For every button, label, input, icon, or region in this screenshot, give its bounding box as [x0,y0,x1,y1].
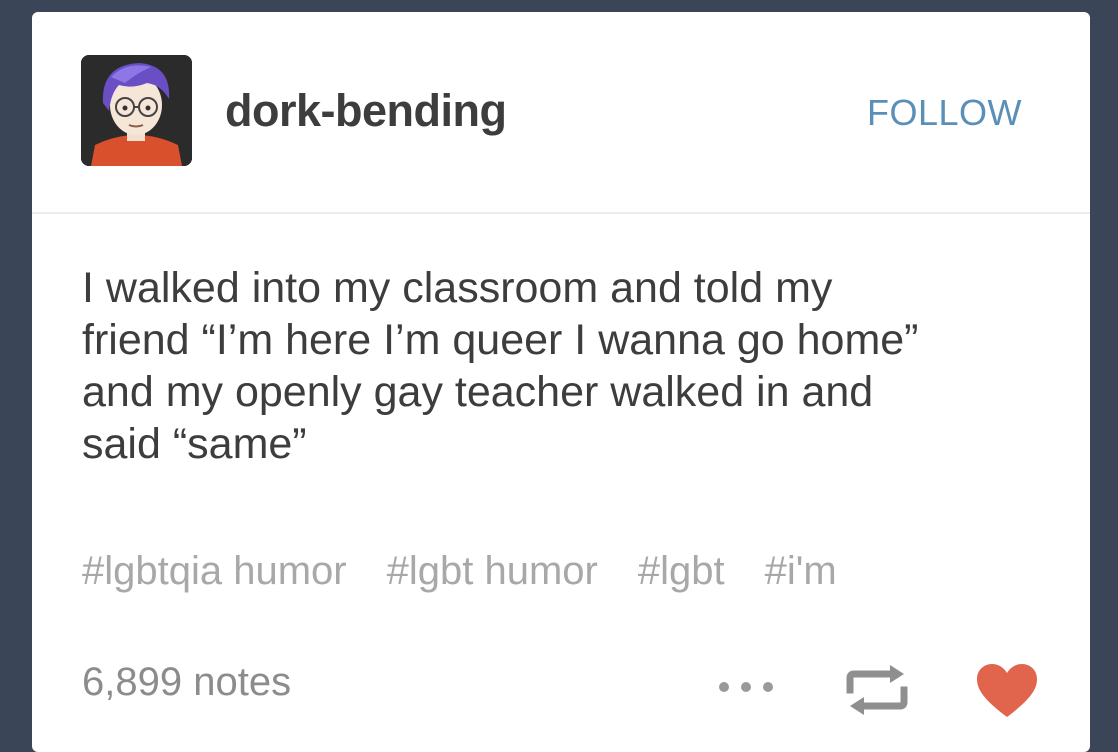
avatar[interactable] [81,55,192,166]
notes-count[interactable]: 6,899 notes [82,660,291,705]
username[interactable]: dork-bending [225,85,507,137]
post-header: dork-bending FOLLOW [32,12,1090,214]
tag-list: #lgbtqia humor #lgbt humor #lgbt #i'm [82,549,1090,594]
post-text: I walked into my classroom and told my f… [82,262,1042,470]
tag-lgbt-humor[interactable]: #lgbt humor [387,549,598,593]
post-text-line: I walked into my classroom and told my [82,264,833,312]
tag-lgbt[interactable]: #lgbt [638,549,725,593]
post-footer: 6,899 notes [82,660,1042,720]
post-text-line: and my openly gay teacher walked in and [82,368,874,416]
reblog-icon[interactable] [842,664,912,716]
post-text-line: friend “I’m here I’m queer I wanna go ho… [82,316,919,364]
post-text-line: said “same” [82,420,307,468]
avatar-illustration [81,55,192,166]
tag-lgbtqia-humor[interactable]: #lgbtqia humor [82,549,347,593]
follow-button[interactable]: FOLLOW [867,92,1022,134]
tag-im[interactable]: #i'm [765,549,837,593]
post-card: dork-bending FOLLOW I walked into my cla… [32,12,1090,752]
more-dots-icon[interactable] [712,672,780,702]
heart-icon[interactable] [975,663,1039,719]
